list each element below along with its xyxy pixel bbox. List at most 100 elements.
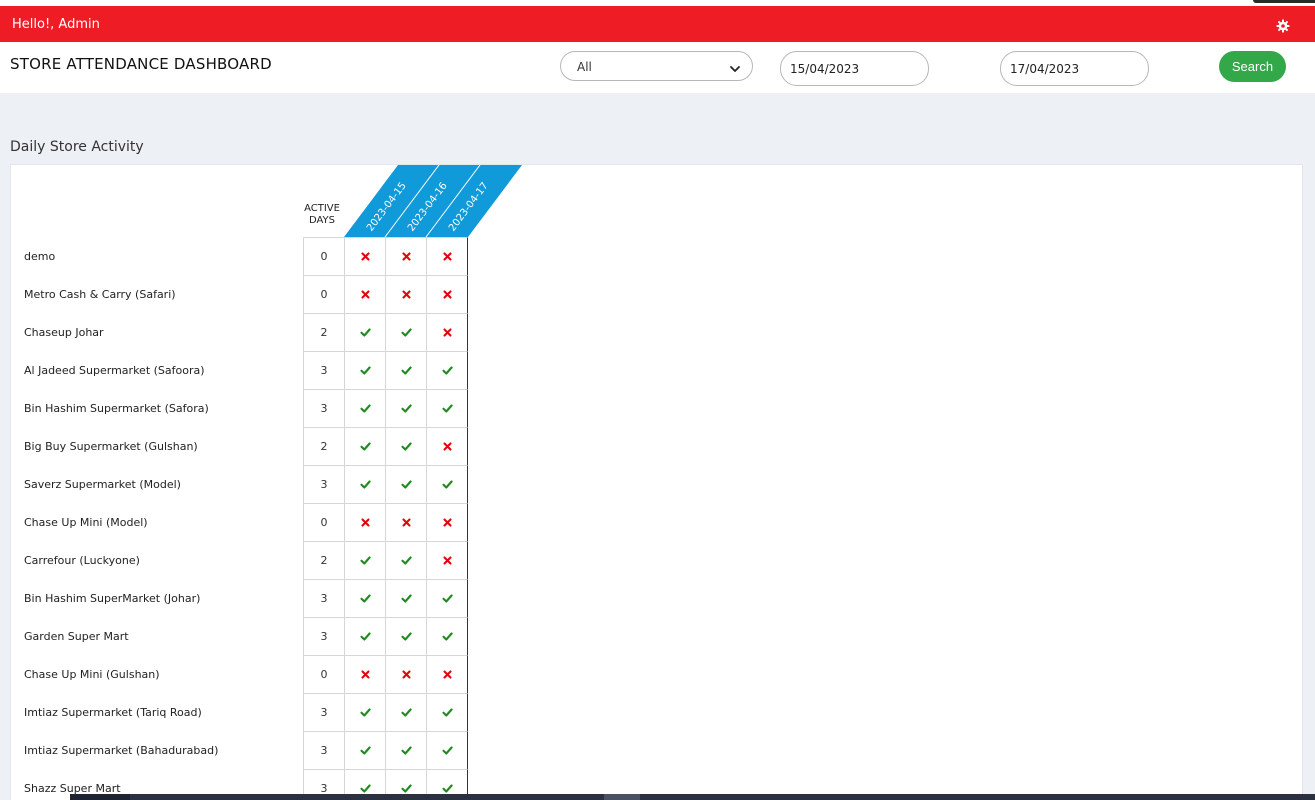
present-cell: [344, 465, 385, 503]
present-cell: [344, 313, 385, 351]
date-to-input[interactable]: [1000, 51, 1149, 86]
search-button[interactable]: Search: [1219, 51, 1286, 82]
table-row: Big Buy Supermarket (Gulshan) 2: [11, 427, 469, 465]
store-name: Bin Hashim Supermarket (Safora): [24, 402, 209, 415]
check-icon: [442, 594, 453, 603]
present-cell: [426, 693, 468, 731]
check-icon: [401, 746, 412, 755]
cross-icon: [361, 670, 370, 679]
check-icon: [360, 404, 371, 413]
cross-icon: [402, 670, 411, 679]
store-name: Carrefour (Luckyone): [24, 554, 140, 567]
taskbar-segment: [70, 794, 130, 800]
active-days-cell: 3: [303, 579, 344, 617]
present-cell: [385, 389, 426, 427]
store-filter-select[interactable]: All: [560, 51, 753, 81]
check-icon: [401, 594, 412, 603]
check-icon: [360, 746, 371, 755]
cross-icon: [402, 290, 411, 299]
check-icon: [401, 632, 412, 641]
top-bar: Hello!, Admin: [0, 6, 1315, 42]
store-name: Saverz Supermarket (Model): [24, 478, 181, 491]
present-cell: [344, 541, 385, 579]
check-icon: [360, 556, 371, 565]
absent-cell: [426, 275, 468, 313]
present-cell: [426, 351, 468, 389]
check-icon: [360, 328, 371, 337]
check-icon: [401, 708, 412, 717]
present-cell: [385, 313, 426, 351]
cross-icon: [361, 252, 370, 261]
date-from-input[interactable]: [780, 51, 929, 86]
table-row: Chase Up Mini (Gulshan) 0: [11, 655, 469, 693]
present-cell: [385, 427, 426, 465]
active-days-cell: 2: [303, 427, 344, 465]
check-icon: [442, 632, 453, 641]
absent-cell: [385, 655, 426, 693]
table-row: Imtiaz Supermarket (Bahadurabad) 3: [11, 731, 469, 769]
table-row: Imtiaz Supermarket (Tariq Road) 3: [11, 693, 469, 731]
active-days-cell: 3: [303, 465, 344, 503]
present-cell: [426, 389, 468, 427]
check-icon: [360, 594, 371, 603]
page-header: STORE ATTENDANCE DASHBOARD All Search: [0, 42, 1315, 93]
table-row: Saverz Supermarket (Model) 3: [11, 465, 469, 503]
absent-cell: [385, 275, 426, 313]
check-icon: [442, 366, 453, 375]
absent-cell: [385, 503, 426, 541]
check-icon: [360, 442, 371, 451]
store-name: Big Buy Supermarket (Gulshan): [24, 440, 198, 453]
check-icon: [401, 442, 412, 451]
check-icon: [401, 556, 412, 565]
active-days-cell: 0: [303, 655, 344, 693]
absent-cell: [426, 541, 468, 579]
present-cell: [385, 579, 426, 617]
table-row: Metro Cash & Carry (Safari) 0: [11, 275, 469, 313]
cross-icon: [443, 290, 452, 299]
store-name: Chase Up Mini (Model): [24, 516, 148, 529]
present-cell: [385, 617, 426, 655]
store-name: Bin Hashim SuperMarket (Johar): [24, 592, 201, 605]
main-content: Daily Store Activity ACTIVE DAYS 2023-04…: [0, 93, 1315, 800]
cross-icon: [443, 442, 452, 451]
active-days-cell: 3: [303, 731, 344, 769]
store-name: Chaseup Johar: [24, 326, 104, 339]
cross-icon: [361, 290, 370, 299]
table-row: demo 0: [11, 237, 469, 275]
present-cell: [344, 579, 385, 617]
absent-cell: [426, 427, 468, 465]
absent-cell: [344, 503, 385, 541]
cross-icon: [443, 518, 452, 527]
absent-cell: [426, 503, 468, 541]
check-icon: [442, 708, 453, 717]
check-icon: [401, 784, 412, 793]
taskbar-segment: [604, 794, 640, 800]
page-title: STORE ATTENDANCE DASHBOARD: [10, 55, 272, 73]
store-name: Imtiaz Supermarket (Bahadurabad): [24, 744, 219, 757]
greeting-text: Hello!, Admin: [12, 17, 100, 32]
section-title: Daily Store Activity: [10, 139, 144, 155]
store-name: demo: [24, 250, 56, 263]
store-name: Al Jadeed Supermarket (Safoora): [24, 364, 205, 377]
active-days-cell: 3: [303, 693, 344, 731]
activity-table: ACTIVE DAYS 2023-04-15 2023-04-16 2023-04-…: [10, 164, 1303, 800]
check-icon: [442, 480, 453, 489]
store-name: Metro Cash & Carry (Safari): [24, 288, 176, 301]
present-cell: [344, 731, 385, 769]
store-filter-value: All: [577, 60, 592, 74]
check-icon: [360, 632, 371, 641]
gear-icon[interactable]: [1276, 18, 1290, 33]
present-cell: [426, 579, 468, 617]
check-icon: [401, 366, 412, 375]
absent-cell: [344, 237, 385, 275]
active-days-cell: 0: [303, 237, 344, 275]
store-name: Garden Super Mart: [24, 630, 129, 643]
absent-cell: [344, 275, 385, 313]
active-days-cell: 3: [303, 617, 344, 655]
cross-icon: [443, 556, 452, 565]
present-cell: [385, 465, 426, 503]
absent-cell: [426, 313, 468, 351]
check-icon: [401, 480, 412, 489]
check-icon: [360, 366, 371, 375]
active-days-cell: 2: [303, 313, 344, 351]
